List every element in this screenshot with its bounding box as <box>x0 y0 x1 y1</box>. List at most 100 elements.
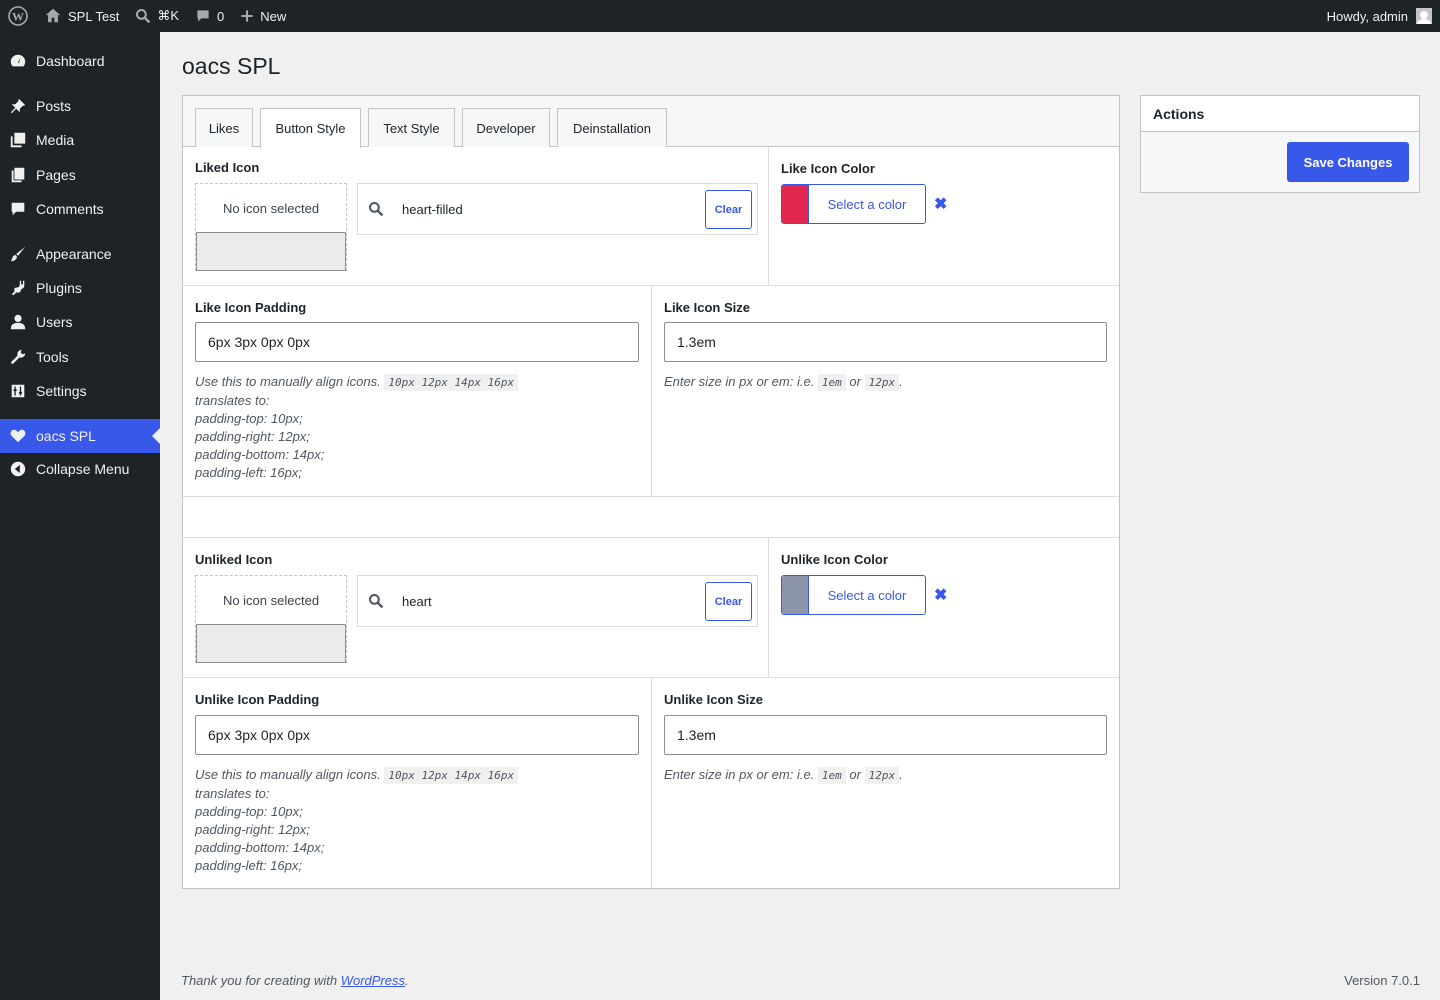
actions-title: Actions <box>1141 96 1419 132</box>
liked-icon-label: Liked Icon <box>195 160 260 175</box>
icon-preview-box <box>196 232 346 271</box>
sidebar-item-pages[interactable]: Pages <box>0 158 160 192</box>
comment-icon <box>0 200 36 218</box>
collapse-icon <box>0 460 36 478</box>
tab-text-style[interactable]: Text Style <box>368 108 455 147</box>
select-color-label: Select a color <box>827 587 907 603</box>
command-search-link[interactable]: ⌘K <box>127 0 187 32</box>
like-icon-padding-input[interactable]: 6px 3px 0px 0px <box>195 322 639 362</box>
howdy-label: Howdy, admin <box>1326 8 1408 24</box>
liked-icon-preview[interactable]: No icon selected <box>195 183 347 271</box>
tab-likes[interactable]: Likes <box>195 108 253 147</box>
unliked-icon-clear-button[interactable]: Clear <box>705 582 752 621</box>
admin-bar: W SPL Test ⌘K 0 New Howdy, admin <box>0 0 1440 32</box>
account-menu[interactable]: Howdy, admin <box>1319 0 1440 32</box>
like-icon-color-button[interactable]: Select a color <box>781 184 926 224</box>
search-icon <box>368 593 384 612</box>
sidebar-item-dashboard[interactable]: Dashboard <box>0 44 160 78</box>
like-icon-padding-label: Like Icon Padding <box>195 300 307 315</box>
comment-icon <box>197 10 209 22</box>
sidebar-item-plugins[interactable]: Plugins <box>0 271 160 305</box>
media-icon <box>0 131 36 149</box>
sidebar-item-users[interactable]: Users <box>0 305 160 339</box>
collapse-menu-button[interactable]: Collapse Menu <box>0 452 160 486</box>
help-line: padding-top: 10px; <box>195 411 303 426</box>
unlike-icon-padding-input[interactable]: 6px 3px 0px 0px <box>195 715 639 755</box>
sidebar-item-label: Posts <box>36 98 72 114</box>
sidebar-item-tools[interactable]: Tools <box>0 340 160 374</box>
clear-color-icon[interactable]: ✖ <box>934 585 947 605</box>
help-line: padding-right: 12px; <box>195 429 310 444</box>
like-icon-color-label: Like Icon Color <box>781 161 875 176</box>
size-help-text: Enter size in px or em: i.e. 1em or 12px… <box>664 373 903 392</box>
unliked-icon-search[interactable]: heart Clear <box>357 575 758 627</box>
actions-box: Actions Save Changes <box>1140 95 1420 193</box>
help-or: or <box>849 374 861 389</box>
sidebar-item-label: Users <box>36 314 73 330</box>
plus-icon <box>241 10 253 22</box>
sidebar-item-label: Settings <box>36 383 87 399</box>
sidebar-item-media[interactable]: Media <box>0 123 160 157</box>
tab-deinstallation[interactable]: Deinstallation <box>557 108 667 147</box>
divider <box>183 537 1119 538</box>
clear-color-icon[interactable]: ✖ <box>934 194 947 214</box>
sidebar-item-label: Plugins <box>36 280 82 296</box>
sidebar-item-label: Collapse Menu <box>36 461 130 477</box>
help-intro: Enter size in px or em: i.e. <box>664 374 815 389</box>
unlike-icon-color-button[interactable]: Select a color <box>781 575 926 615</box>
unlike-icon-size-label: Unlike Icon Size <box>664 692 763 707</box>
admin-sidebar: Dashboard Posts Media Pages Comments App… <box>0 32 160 1000</box>
help-line: padding-bottom: 14px; <box>195 447 325 462</box>
comments-link[interactable]: 0 <box>187 0 232 32</box>
sidebar-item-label: Comments <box>36 201 104 217</box>
unlike-color-swatch <box>782 576 809 614</box>
help-line: padding-right: 12px; <box>195 822 310 837</box>
pages-icon <box>0 166 36 184</box>
tab-developer[interactable]: Developer <box>462 108 550 147</box>
tab-button-style[interactable]: Button Style <box>260 108 361 148</box>
liked-icon-search[interactable]: heart-filled Clear <box>357 183 758 235</box>
unlike-icon-size-input[interactable]: 1.3em <box>664 715 1107 755</box>
tab-bar: Likes Button Style Text Style Developer … <box>183 96 1119 148</box>
dashboard-icon <box>0 52 36 70</box>
liked-icon-clear-button[interactable]: Clear <box>705 190 752 229</box>
sidebar-item-label: Appearance <box>36 246 112 262</box>
user-icon <box>0 313 36 331</box>
icon-preview-box <box>196 624 346 663</box>
like-icon-size-label: Like Icon Size <box>664 300 750 315</box>
sidebar-item-posts[interactable]: Posts <box>0 89 160 123</box>
footer-thanks-text: Thank you for creating with <box>181 973 338 988</box>
size-help-text: Enter size in px or em: i.e. 1em or 12px… <box>664 766 903 785</box>
select-color-label: Select a color <box>827 196 907 212</box>
home-icon <box>45 8 61 23</box>
unlike-icon-color-label: Unlike Icon Color <box>781 552 888 567</box>
help-line: padding-bottom: 14px; <box>195 840 325 855</box>
help-code: 12px <box>864 767 900 784</box>
like-icon-size-input[interactable]: 1.3em <box>664 322 1107 362</box>
help-intro: Use this to manually align icons. <box>195 374 381 389</box>
wordpress-link[interactable]: WordPress <box>341 973 405 988</box>
actions-body: Save Changes <box>1141 132 1419 192</box>
sidebar-item-settings[interactable]: Settings <box>0 374 160 408</box>
wordpress-logo-icon[interactable]: W <box>0 0 36 32</box>
padding-help-text: Use this to manually align icons. 10px 1… <box>195 373 519 482</box>
liked-icon-search-value: heart-filled <box>402 202 463 217</box>
avatar <box>1416 8 1432 24</box>
sidebar-item-oacs-spl[interactable]: oacs SPL <box>0 419 160 453</box>
brush-icon <box>0 245 36 263</box>
help-code: 10px 12px 14px 16px <box>384 767 519 784</box>
no-icon-text: No icon selected <box>222 200 320 216</box>
wrench-icon <box>0 348 36 366</box>
divider <box>651 286 652 496</box>
unliked-icon-search-value: heart <box>402 594 432 609</box>
new-content-link[interactable]: New <box>232 0 294 32</box>
site-name-link[interactable]: SPL Test <box>36 0 127 32</box>
save-changes-button[interactable]: Save Changes <box>1287 142 1409 182</box>
sidebar-item-appearance[interactable]: Appearance <box>0 237 160 271</box>
help-code: 10px 12px 14px 16px <box>384 374 519 391</box>
sidebar-item-comments[interactable]: Comments <box>0 192 160 226</box>
divider <box>183 496 1119 497</box>
help-line: padding-top: 10px; <box>195 804 303 819</box>
unliked-icon-preview[interactable]: No icon selected <box>195 575 347 663</box>
comments-count: 0 <box>216 8 225 24</box>
